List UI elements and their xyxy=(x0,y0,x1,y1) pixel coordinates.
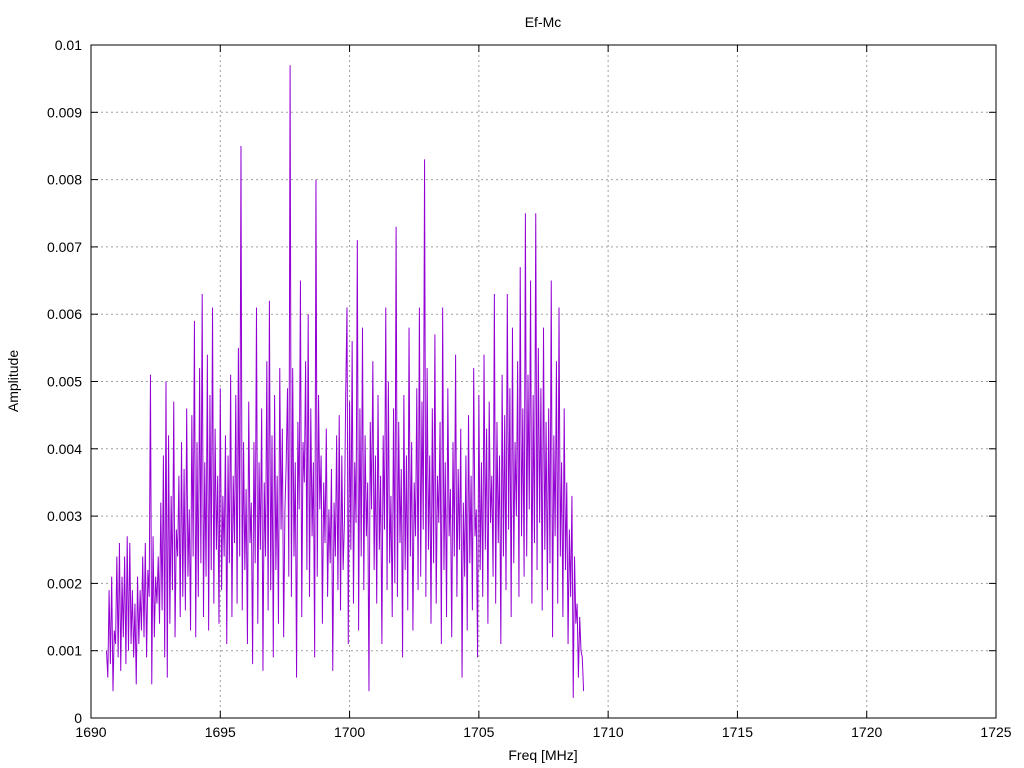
x-tick-label: 1705 xyxy=(463,724,494,740)
y-tick-label: 0.008 xyxy=(47,172,82,188)
series-line xyxy=(106,65,585,698)
y-tick-label: 0.006 xyxy=(47,306,82,322)
x-tick-label: 1695 xyxy=(205,724,236,740)
y-tick-label: 0.009 xyxy=(47,104,82,120)
x-tick-label: 1720 xyxy=(851,724,882,740)
x-axis-label: Freq [MHz] xyxy=(508,747,577,763)
x-tick-label: 1715 xyxy=(722,724,753,740)
chart-title: Ef-Mc xyxy=(525,14,562,30)
y-tick-label: 0.005 xyxy=(47,374,82,390)
y-axis-label: Amplitude xyxy=(5,350,21,412)
y-tick-label: 0.004 xyxy=(47,441,82,457)
x-tick-label: 1725 xyxy=(980,724,1011,740)
y-tick-label: 0 xyxy=(74,710,82,726)
y-tick-label: 0.001 xyxy=(47,643,82,659)
series-layer xyxy=(106,65,585,698)
y-tick-label: 0.007 xyxy=(47,239,82,255)
y-tick-label: 0.002 xyxy=(47,575,82,591)
x-tick-label: 1690 xyxy=(75,724,106,740)
x-tick-label: 1700 xyxy=(334,724,365,740)
x-tick-label: 1710 xyxy=(593,724,624,740)
y-tick-label: 0.003 xyxy=(47,508,82,524)
tick-layer: 1690 1695 1700 1705 1710 1715 1720 1725 0 0.001 0.… xyxy=(47,37,1012,740)
y-tick-label: 0.01 xyxy=(55,37,82,53)
chart: 1690 1695 1700 1705 1710 1715 1720 1725 0 0.001 0.… xyxy=(5,14,1012,763)
